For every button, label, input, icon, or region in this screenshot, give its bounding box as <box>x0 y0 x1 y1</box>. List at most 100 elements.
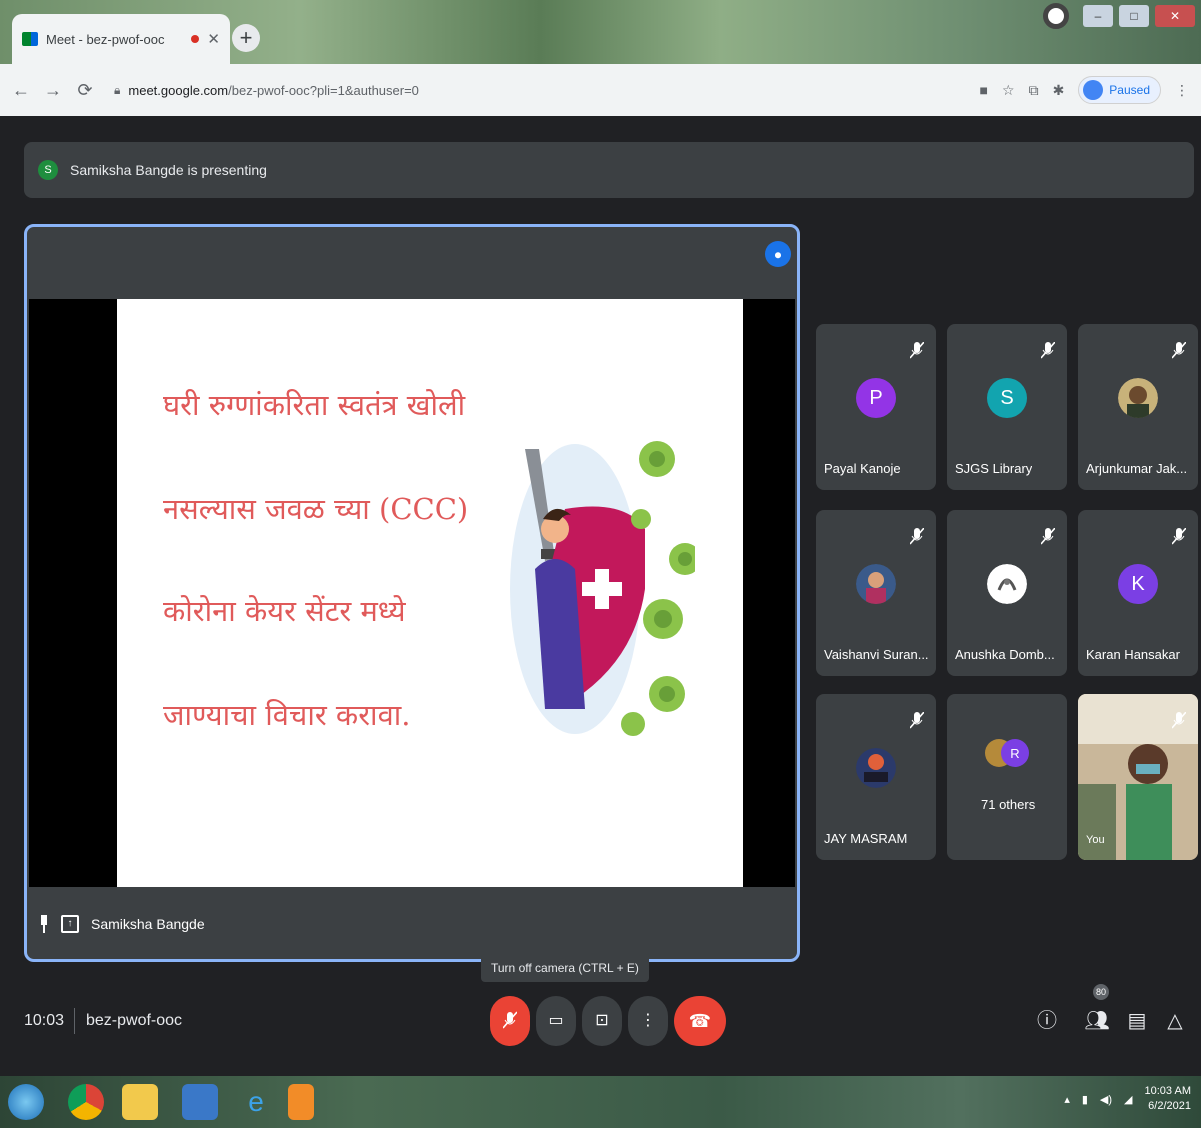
people-icon[interactable]: 👥︎ <box>1084 1006 1110 1036</box>
mic-muted-icon <box>1041 342 1055 359</box>
participant-count-badge: 80 <box>1093 984 1109 1000</box>
presenter-avatar: S <box>38 160 58 180</box>
file-explorer-icon[interactable] <box>122 1084 158 1120</box>
profile-status-label: Paused <box>1109 83 1150 97</box>
call-end-icon: ☎︎ <box>688 1011 712 1031</box>
browser-toolbar: ← → ⟳ 🔒︎ meet.google.com/bez-pwof-ooc?pl… <box>0 64 1201 116</box>
meeting-controls-bar: 10:03 bez-pwof-ooc ▭ ⊡ ⋮ ☎︎ ⓘ 80 👥︎ ▤ △ <box>0 984 1201 1060</box>
others-count-label: 71 others <box>981 797 1036 812</box>
more-options-button[interactable]: ⋮ <box>628 996 668 1046</box>
browser-tab[interactable]: Meet - bez-pwof-ooc ✕ <box>12 14 230 64</box>
mic-muted-icon <box>1041 528 1055 545</box>
present-now-button[interactable]: ⊡ <box>582 996 622 1046</box>
tray-time: 10:03 AM <box>1144 1085 1191 1097</box>
os-taskbar: e ▴ ▮ ◀) ◢ 10:03 AM 6/2/2021 <box>0 1076 1201 1128</box>
present-to-all-icon: ↑ <box>61 915 79 933</box>
more-vert-icon: ⋮ <box>640 1012 656 1029</box>
slide-text-line: नसल्यास जवळ च्या (CCC) <box>163 492 469 526</box>
participant-name: Anushka Domb... <box>955 647 1055 662</box>
present-screen-icon: ⊡ <box>595 1012 609 1029</box>
close-window-button[interactable]: ✕ <box>1155 5 1195 27</box>
slide-text-line: कोरोना केयर सेंटर मध्ये <box>163 594 406 628</box>
camera-tooltip: Turn off camera (CTRL + E) <box>481 954 649 982</box>
participant-tile[interactable]: P Payal Kanoje <box>816 324 936 490</box>
participant-name: Karan Hansakar <box>1086 647 1180 662</box>
participant-tile[interactable]: Arjunkumar Jak... <box>1078 324 1198 490</box>
participant-tile[interactable]: JAY MASRAM <box>816 694 936 860</box>
extension-icon[interactable]: ⧉ <box>1029 82 1039 99</box>
lock-icon[interactable]: 🔒︎ <box>114 83 120 98</box>
camera-in-use-icon[interactable]: ■ <box>980 82 988 98</box>
tray-expand-icon[interactable]: ▴ <box>1064 1093 1070 1106</box>
presenting-text: Samiksha Bangde is presenting <box>70 162 267 178</box>
volume-icon[interactable]: ◀) <box>1100 1093 1112 1106</box>
chrome-profile-icon[interactable] <box>1043 3 1069 29</box>
mic-muted-icon <box>910 342 924 359</box>
slide-text-line: जाण्याचा विचार करावा. <box>163 698 411 732</box>
meet-app: S Samiksha Bangde is presenting ⦁ घरी रु… <box>0 116 1201 1076</box>
profile-avatar <box>1083 80 1104 100</box>
chat-icon[interactable]: ▤ <box>1124 1006 1150 1036</box>
new-tab-button[interactable]: + <box>232 24 260 52</box>
signal-icon[interactable]: ◢ <box>1124 1093 1132 1106</box>
participant-tile[interactable]: S SJGS Library <box>947 324 1067 490</box>
presenter-name-label: Samiksha Bangde <box>91 916 205 932</box>
mic-muted-icon <box>910 712 924 729</box>
participant-name: JAY MASRAM <box>824 831 908 846</box>
pin-icon[interactable] <box>39 915 49 933</box>
window-controls: – □ ✕ <box>1043 0 1201 32</box>
presentation-slide: घरी रुग्णांकरिता स्वतंत्र खोली नसल्यास ज… <box>117 299 743 887</box>
mic-off-icon <box>502 1011 518 1029</box>
puzzle-extensions-icon[interactable]: ✱ <box>1053 82 1065 99</box>
reload-icon[interactable]: ⟳ <box>76 80 94 101</box>
participant-tile[interactable]: Anushka Domb... <box>947 510 1067 676</box>
mic-muted-icon <box>910 528 924 545</box>
others-tile[interactable]: R 71 others <box>947 694 1067 860</box>
tray-clock[interactable]: 10:03 AM 6/2/2021 <box>1145 1084 1191 1114</box>
activities-icon[interactable]: △ <box>1162 1006 1188 1036</box>
participant-photo-avatar <box>1118 378 1158 418</box>
start-button-icon[interactable] <box>8 1084 44 1120</box>
chrome-app-icon[interactable] <box>68 1084 104 1120</box>
participant-avatar: K <box>1118 564 1158 604</box>
browser-tab-strip: Meet - bez-pwof-ooc ✕ + – □ ✕ <box>0 0 1201 64</box>
camera-toggle-button[interactable]: ▭ <box>536 996 576 1046</box>
network-icon[interactable]: ▮ <box>1082 1093 1088 1106</box>
media-player-icon[interactable] <box>288 1084 314 1120</box>
presentation-stage[interactable]: ⦁ घरी रुग्णांकरिता स्वतंत्र खोली नसल्यास… <box>24 224 800 962</box>
participant-tile[interactable]: K Karan Hansakar <box>1078 510 1198 676</box>
maximize-button[interactable]: □ <box>1119 5 1149 27</box>
meeting-time: 10:03 <box>24 1012 65 1029</box>
back-arrow-icon[interactable]: ← <box>12 80 30 101</box>
self-label: You <box>1086 834 1105 846</box>
mic-muted-icon <box>1172 712 1186 729</box>
participant-photo-avatar <box>987 564 1027 604</box>
browser-menu-icon[interactable]: ⋮ <box>1175 82 1189 99</box>
meet-favicon-icon <box>22 32 38 46</box>
mic-toggle-button[interactable] <box>490 996 530 1046</box>
participant-name: Vaishanvi Suran... <box>824 647 929 662</box>
meeting-details-icon[interactable]: ⓘ <box>1034 1006 1060 1036</box>
close-tab-icon[interactable]: ✕ <box>207 30 220 48</box>
tray-date: 6/2/2021 <box>1148 1100 1191 1112</box>
leave-call-button[interactable]: ☎︎ <box>674 996 726 1046</box>
participant-avatar: P <box>856 378 896 418</box>
forward-arrow-icon[interactable]: → <box>44 80 62 101</box>
mic-muted-icon <box>1172 342 1186 359</box>
bookmark-star-icon[interactable]: ☆ <box>1002 82 1015 99</box>
participant-photo-avatar <box>856 748 896 788</box>
minimize-button[interactable]: – <box>1083 5 1113 27</box>
internet-explorer-icon[interactable]: e <box>238 1084 274 1120</box>
system-tray: ▴ ▮ ◀) ◢ 10:03 AM 6/2/2021 <box>1064 1084 1191 1114</box>
tab-title: Meet - bez-pwof-ooc <box>46 31 165 47</box>
self-view-tile[interactable]: You <box>1078 694 1198 860</box>
participant-avatar: S <box>987 378 1027 418</box>
others-avatar-initial: R <box>1010 746 1019 761</box>
participant-tile[interactable]: Vaishanvi Suran... <box>816 510 936 676</box>
media-app-icon[interactable] <box>182 1084 218 1120</box>
divider <box>74 1008 75 1034</box>
address-bar[interactable]: 🔒︎ meet.google.com/bez-pwof-ooc?pli=1&au… <box>108 73 966 107</box>
stage-footer: ↑ Samiksha Bangde <box>27 889 797 959</box>
audio-level-icon: ⦁ <box>765 241 791 267</box>
profile-paused-button[interactable]: Paused <box>1078 76 1161 104</box>
